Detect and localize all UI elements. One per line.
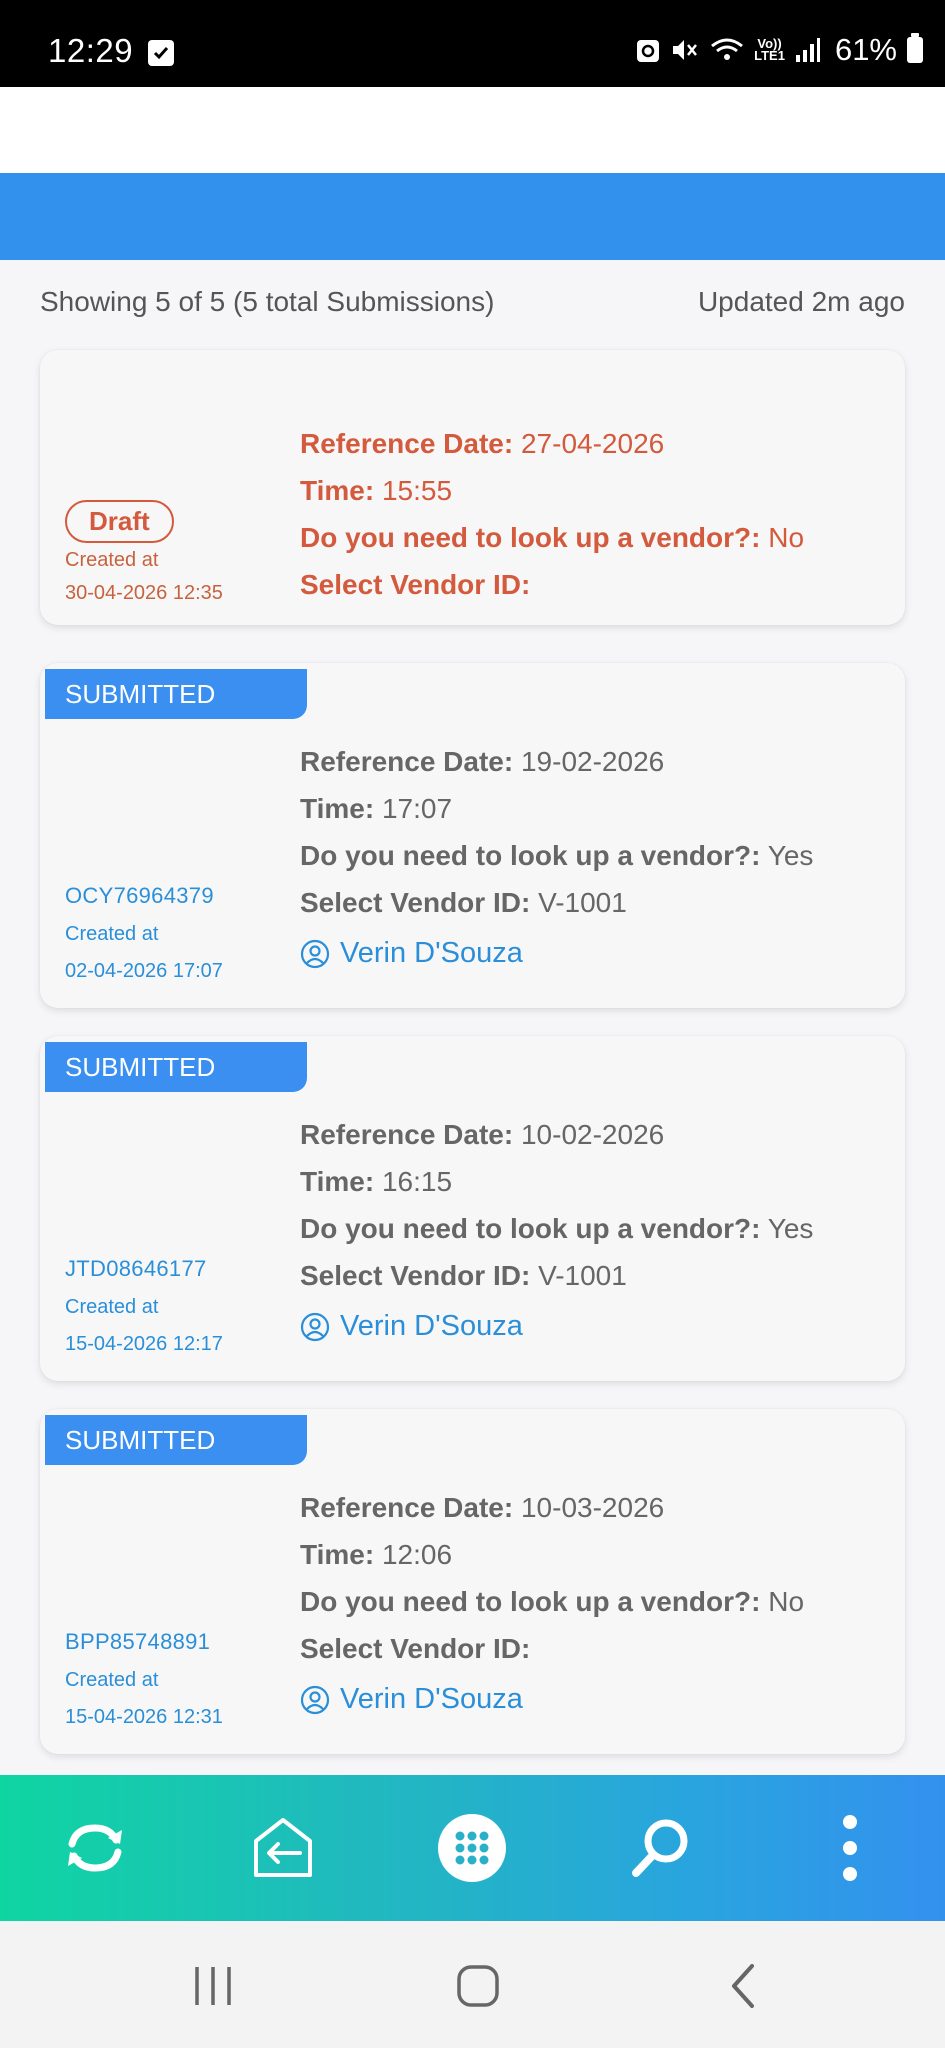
recents-icon <box>195 1967 231 2005</box>
recents-button[interactable] <box>183 1961 243 2011</box>
vendor-lookup-field: Do you need to look up a vendor?: Yes <box>300 840 814 871</box>
reference-date-field: Reference Date: 27-04-2026 <box>300 428 665 459</box>
app-header-bar <box>0 173 945 260</box>
time-field: Time: 17:07 <box>300 793 453 824</box>
home-button[interactable] <box>448 1961 508 2011</box>
created-at-label: Created at <box>65 923 159 945</box>
user-icon <box>300 1312 330 1341</box>
back-button[interactable] <box>713 1961 773 2011</box>
created-at-date: 30-04-2026 12:35 <box>65 582 223 604</box>
apps-grid-button[interactable] <box>427 1803 517 1893</box>
submissions-list[interactable]: Showing 5 of 5 (5 total Submissions) Upd… <box>0 260 945 1775</box>
submission-card[interactable]: SUBMITTED OCY76964379 Created at 02-04-2… <box>40 663 905 1008</box>
created-at-date: 15-04-2026 12:31 <box>65 1706 223 1728</box>
showing-count: Showing 5 of 5 (5 total Submissions) <box>40 286 495 317</box>
reference-date-field: Reference Date: 10-03-2026 <box>300 1492 665 1523</box>
user-name: Verin D'Souza <box>340 1683 523 1715</box>
apps-grid-icon <box>438 1814 506 1882</box>
reference-date-field: Reference Date: 10-02-2026 <box>300 1119 665 1150</box>
vendor-id-field: Select Vendor ID: V-1001 <box>300 1260 627 1291</box>
submission-id: JTD08646177 <box>65 1256 207 1281</box>
sync-button[interactable] <box>50 1803 140 1893</box>
checklist-notification-icon <box>148 40 174 66</box>
created-at-label: Created at <box>65 1669 159 1691</box>
user-icon <box>300 1685 330 1714</box>
created-at-label: Created at <box>65 549 159 571</box>
more-options-button[interactable] <box>805 1803 895 1893</box>
created-at-date: 02-04-2026 17:07 <box>65 960 223 982</box>
sync-icon <box>68 1824 122 1872</box>
app-top-area <box>0 87 945 173</box>
vendor-id-field: Select Vendor ID: V-1001 <box>300 887 627 918</box>
submission-card[interactable]: SUBMITTED JTD08646177 Created at 15-04-2… <box>40 1036 905 1381</box>
status-bar: 12:29 Vo)) LTE1 61% <box>0 0 945 87</box>
mute-icon <box>673 40 698 60</box>
submitted-by[interactable]: Verin D'Souza <box>300 930 890 977</box>
submitted-by[interactable]: Verin D'Souza <box>300 1676 890 1723</box>
signal-icon <box>795 38 820 62</box>
lte-indicator: Vo)) LTE1 <box>754 37 785 63</box>
home-icon <box>457 1965 499 2007</box>
back-icon <box>732 1964 754 2008</box>
time-field: Time: 16:15 <box>300 1166 453 1197</box>
submitted-by[interactable]: Verin D'Souza <box>300 1303 890 1350</box>
submission-card-draft[interactable]: Draft Created at 30-04-2026 12:35 Refere… <box>40 350 905 625</box>
submitted-tag: SUBMITTED <box>45 669 307 719</box>
bottom-toolbar <box>0 1775 945 1921</box>
updated-time: Updated 2m ago <box>697 286 905 317</box>
summary-row: Showing 5 of 5 (5 total Submissions) Upd… <box>40 286 905 326</box>
vendor-lookup-field: Do you need to look up a vendor?: Yes <box>300 1213 814 1244</box>
created-at-date: 15-04-2026 12:17 <box>65 1333 223 1355</box>
submission-card[interactable]: SUBMITTED BPP85748891 Created at 15-04-2… <box>40 1409 905 1754</box>
vendor-id-field: Select Vendor ID: <box>300 569 531 600</box>
user-name: Verin D'Souza <box>340 937 523 969</box>
search-button[interactable] <box>616 1803 706 1893</box>
battery-percentage: 61% <box>834 32 897 67</box>
vendor-id-field: Select Vendor ID: <box>300 1633 531 1664</box>
lte-bottom-text: LTE1 <box>754 48 785 63</box>
status-time: 12:29 <box>48 32 134 69</box>
more-vertical-icon <box>843 1815 857 1881</box>
vendor-lookup-field: Do you need to look up a vendor?: No <box>300 1586 805 1617</box>
exit-icon <box>254 1818 312 1877</box>
recycle-icon <box>637 40 660 62</box>
system-nav-bar <box>0 1921 945 2048</box>
user-name: Verin D'Souza <box>340 1310 523 1342</box>
draft-badge: Draft <box>65 500 174 543</box>
submitted-tag: SUBMITTED <box>45 1042 307 1092</box>
reference-date-field: Reference Date: 19-02-2026 <box>300 746 665 777</box>
submission-id: OCY76964379 <box>65 883 214 908</box>
wifi-icon <box>711 38 744 60</box>
user-icon <box>300 939 330 968</box>
time-field: Time: 15:55 <box>300 475 453 506</box>
status-icons: Vo)) LTE1 61% <box>636 30 923 70</box>
submitted-tag: SUBMITTED <box>45 1415 307 1465</box>
battery-icon <box>907 33 923 63</box>
search-icon <box>632 1819 688 1877</box>
vendor-lookup-field: Do you need to look up a vendor?: No <box>300 522 805 553</box>
submission-id: BPP85748891 <box>65 1629 211 1654</box>
created-at-label: Created at <box>65 1296 159 1318</box>
exit-button[interactable] <box>238 1803 328 1893</box>
time-field: Time: 12:06 <box>300 1539 453 1570</box>
